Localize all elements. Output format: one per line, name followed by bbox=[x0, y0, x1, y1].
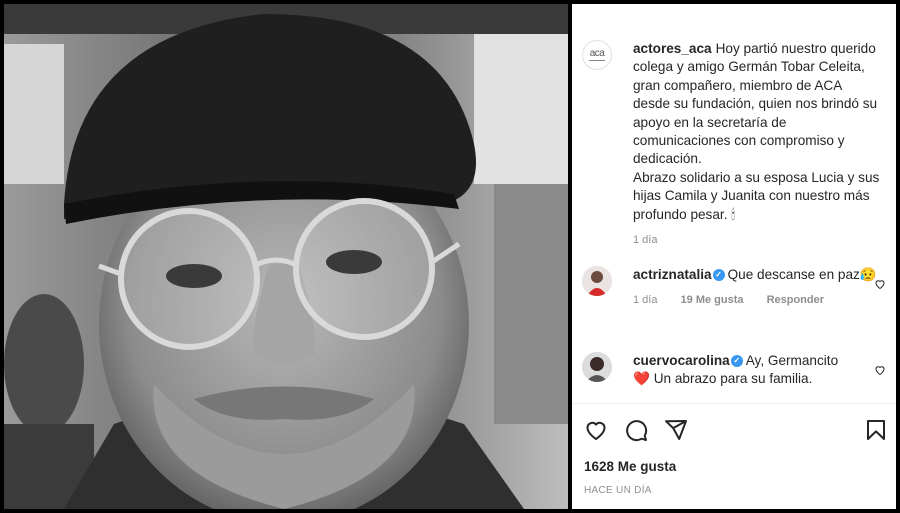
comment-like-heart-icon[interactable] bbox=[874, 278, 886, 290]
divider bbox=[572, 403, 896, 404]
comment-text: actriznatalia ✓ Que descanse en paz😥 1 día… bbox=[633, 266, 892, 310]
verified-badge-icon: ✓ bbox=[730, 355, 743, 368]
comment-username[interactable]: cuervocarolina bbox=[633, 353, 730, 368]
post-caption: aca actores_aca Hoy partió nuestro querid… bbox=[582, 40, 882, 249]
comment-like-heart-icon[interactable] bbox=[874, 364, 886, 376]
comment-username[interactable]: actriznatalia bbox=[633, 267, 712, 282]
caption-paragraph-2: Abrazo solidario a su esposa Lucia y sus… bbox=[633, 169, 880, 222]
user-photo-icon bbox=[582, 266, 612, 296]
screenshot-frame: aca actores_aca Hoy partió nuestro querid… bbox=[0, 0, 900, 513]
post-username[interactable]: actores_aca bbox=[633, 41, 712, 56]
avatar[interactable]: aca bbox=[582, 40, 612, 70]
comment-icon[interactable] bbox=[624, 418, 648, 442]
comment-meta: 1 día 19 Me gusta Responder bbox=[633, 291, 892, 309]
caption-time[interactable]: 1 día bbox=[633, 234, 657, 246]
comment-item: actriznatalia ✓ Que descanse en paz😥 1 día… bbox=[582, 266, 892, 310]
avatar[interactable] bbox=[582, 352, 612, 382]
post-timestamp[interactable]: HACE UN DÍA bbox=[584, 485, 652, 496]
caption-meta: 1 día bbox=[633, 231, 882, 249]
comment-body: Que descanse en paz😥 bbox=[727, 267, 877, 282]
user-photo-icon bbox=[582, 352, 612, 382]
comment-body: Ay, Germancito bbox=[745, 353, 839, 368]
caption-paragraph-1: Hoy partió nuestro querido colega y amig… bbox=[633, 41, 878, 167]
comment-body-line-2: ❤️ Un abrazo para su familia. bbox=[633, 371, 813, 387]
instagram-post-panel: aca actores_aca Hoy partió nuestro querid… bbox=[572, 4, 896, 509]
likes-count[interactable]: 1628 Me gusta bbox=[584, 459, 676, 474]
comment-time[interactable]: 1 día bbox=[633, 294, 657, 306]
aca-logo-icon: aca bbox=[589, 48, 605, 61]
avatar[interactable] bbox=[582, 266, 612, 296]
post-photo bbox=[4, 4, 568, 509]
comment-text: cuervocarolina ✓ Ay, Germancito ❤️ Un abra… bbox=[633, 352, 892, 389]
caption-text: actores_aca Hoy partió nuestro querido co… bbox=[633, 40, 882, 249]
comment-item: cuervocarolina ✓ Ay, Germancito ❤️ Un abra… bbox=[582, 352, 892, 389]
action-bar bbox=[584, 418, 888, 442]
portrait-image bbox=[4, 4, 568, 509]
heart-icon[interactable] bbox=[584, 418, 608, 442]
verified-badge-icon: ✓ bbox=[712, 269, 725, 282]
share-icon[interactable] bbox=[664, 418, 688, 442]
reply-button[interactable]: Responder bbox=[767, 294, 824, 306]
bookmark-icon[interactable] bbox=[864, 418, 888, 442]
comment-likes[interactable]: 19 Me gusta bbox=[681, 294, 744, 306]
